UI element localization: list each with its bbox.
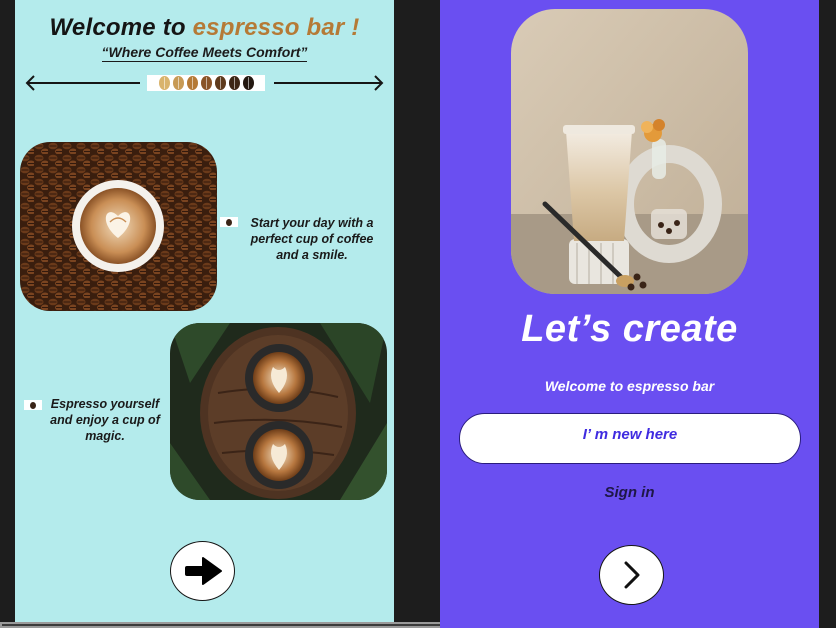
coffee-bean-icon [158,76,170,90]
next-button[interactable] [170,541,235,601]
coffee-bean-icon [220,217,238,227]
welcome-title-prefix: Welcome to [49,14,193,41]
two-cappuccinos-image [170,323,387,500]
coffee-bean-icon [172,76,184,90]
welcome-screen: Welcome to espresso bar ! “Where Coffee … [15,0,394,628]
arrow-right-icon [374,75,384,91]
arrow-left-icon [25,75,35,91]
headline: Let’s create [521,308,738,350]
coffee-bean-icon [214,76,226,90]
iced-coffee-hero-image [511,9,748,294]
welcome-title-brand: espresso bar ! [192,14,360,41]
coffee-bean-icon [242,76,254,90]
new-here-button[interactable]: I’ m new here [459,413,801,464]
chevron-right-icon [624,561,639,589]
welcome-title: Welcome to espresso bar ! [15,14,394,42]
next-button[interactable] [599,545,664,605]
tagline: “Where Coffee Meets Comfort” [15,44,394,62]
welcome-text: Welcome to espresso bar [544,378,715,394]
divider-line-left [27,82,140,84]
coffee-beans-strip [147,75,265,91]
coffee-bean-icon [186,76,198,90]
latte-on-beans-image [20,142,217,311]
divider-line-right [274,82,381,84]
arrow-right-icon [184,557,222,585]
coffee-bean-icon [24,400,42,410]
feature-text-2: Espresso yourself and enjoy a cup of mag… [50,397,160,443]
feature-text-1: Start your day with a perfect cup of cof… [250,216,374,262]
coffee-bean-icon [200,76,212,90]
scrollbar-thumb[interactable] [2,624,446,626]
new-here-label: I’ m new here [582,426,678,443]
sign-in-link[interactable]: Sign in [440,484,819,501]
coffee-bean-icon [228,76,240,90]
tagline-text: “Where Coffee Meets Comfort” [101,44,308,62]
create-account-screen: Let’s create Welcome to espresso bar I’ … [440,0,819,628]
